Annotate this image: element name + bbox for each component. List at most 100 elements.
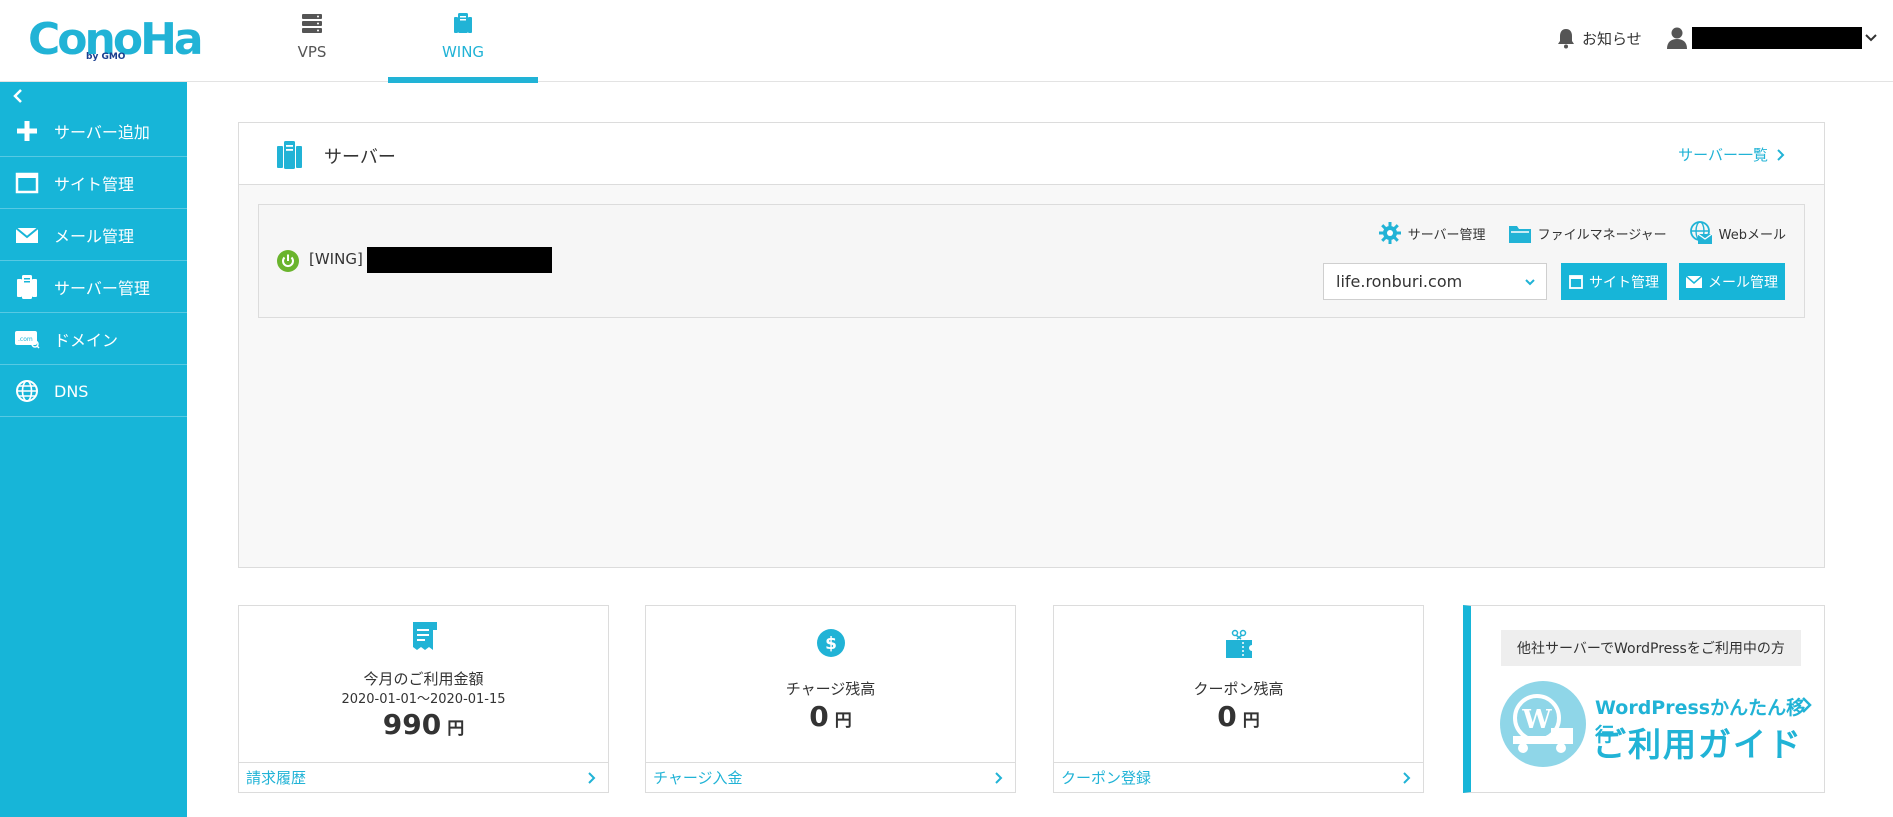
mail-manage-button-label: メール管理 — [1708, 274, 1778, 291]
server-panel: サーバー サーバー一覧 [WING] サーバー管理 ファイルマネージャー Web… — [238, 122, 1825, 568]
charge-deposit-link[interactable]: チャージ入金 — [646, 762, 1015, 792]
site-manage-button[interactable]: サイト管理 — [1561, 263, 1667, 300]
coupon-amount-unit: 円 — [1242, 711, 1260, 731]
top-header: ConoHa by GMO VPS WING お知らせ — [0, 0, 1893, 83]
coupon-amount-value: 0 — [1217, 700, 1237, 733]
server-tool-links: サーバー管理 ファイルマネージャー Webメール — [1378, 221, 1786, 245]
user-menu[interactable] — [1666, 24, 1878, 52]
chevron-left-icon[interactable] — [10, 86, 28, 106]
mail-manage-button[interactable]: メール管理 — [1679, 263, 1785, 300]
tab-wing-label: WING — [441, 43, 485, 61]
plus-icon — [14, 118, 40, 144]
window-icon — [1569, 274, 1583, 289]
panel-title: サーバー — [324, 147, 396, 168]
webmail-label: Webメール — [1718, 227, 1786, 243]
sidebar-item-label: ドメイン — [54, 331, 119, 350]
sidebar-item-label: サーバー管理 — [54, 279, 150, 298]
server-list-link[interactable]: サーバー一覧 — [1678, 144, 1786, 165]
coupon-card: クーポン残高 0円 クーポン登録 — [1053, 605, 1424, 793]
user-name-redacted — [1692, 27, 1862, 49]
coupon-register-label: クーポン登録 — [1061, 769, 1152, 787]
sidebar-item-label: DNS — [54, 381, 89, 401]
window-icon — [14, 170, 40, 196]
sidebar-item-server[interactable]: サーバー管理 — [0, 262, 187, 313]
chevron-right-icon — [1802, 697, 1812, 713]
wordpress-truck-icon: W — [1500, 681, 1586, 767]
wordpress-migration-guide-banner[interactable]: 他社サーバーでWordPressをご利用中の方 W WordPressかんたん移… — [1463, 605, 1825, 793]
sidebar-item-domain[interactable]: .com ドメイン — [0, 314, 187, 365]
gear-icon — [1378, 221, 1402, 245]
usage-amount-unit: 円 — [447, 719, 465, 739]
chevron-right-icon — [588, 772, 596, 784]
sidebar-item-add-server[interactable]: サーバー追加 — [0, 106, 187, 157]
server-manage-label: サーバー管理 — [1407, 227, 1486, 243]
svg-text:$: $ — [825, 634, 837, 654]
guide-tag: 他社サーバーでWordPressをご利用中の方 — [1501, 630, 1801, 666]
charge-title: チャージ残高 — [785, 680, 876, 698]
mail-icon — [1686, 275, 1702, 288]
tab-wing[interactable]: WING — [388, 0, 538, 83]
coupon-title: クーポン残高 — [1193, 680, 1284, 698]
power-status-icon — [277, 250, 299, 272]
server-name: [WING] — [309, 250, 363, 268]
usage-title: 今月のご利用金額 — [363, 670, 484, 688]
server-manage-link[interactable]: サーバー管理 — [1378, 221, 1486, 245]
globe-icon — [14, 378, 40, 404]
logo-subtext: by GMO — [86, 52, 126, 62]
sidebar-item-label: メール管理 — [54, 227, 135, 246]
wing-server-icon — [454, 13, 472, 33]
sidebar-item-mail[interactable]: メール管理 — [0, 210, 187, 261]
usage-amount-value: 990 — [382, 708, 442, 741]
tab-vps[interactable]: VPS — [237, 0, 387, 82]
usage-card: 今月のご利用金額 2020-01-01～2020-01-15 990 円 請求履歴 — [238, 605, 609, 793]
sidebar: サーバー追加 サイト管理 メール管理 サーバー管理 .com ドメイン DNS — [0, 82, 187, 817]
svg-text:W: W — [1521, 705, 1552, 735]
billing-history-link[interactable]: 請求履歴 — [239, 762, 608, 792]
mail-icon — [14, 222, 40, 248]
server-list-link-label: サーバー一覧 — [1678, 146, 1768, 164]
server-icon — [14, 274, 40, 300]
sidebar-item-dns[interactable]: DNS — [0, 366, 187, 417]
bell-icon — [1558, 29, 1574, 49]
sidebar-item-label: サーバー追加 — [54, 123, 150, 142]
server-icon — [277, 141, 302, 169]
user-icon — [1667, 27, 1687, 49]
folder-icon — [1508, 221, 1532, 245]
tab-vps-label: VPS — [297, 43, 327, 61]
chevron-down-icon — [1865, 34, 1877, 42]
webmail-link[interactable]: Webメール — [1689, 221, 1786, 245]
coupon-amount: 0円 — [1054, 700, 1423, 733]
charge-amount-unit: 円 — [834, 711, 852, 731]
chevron-right-icon — [1777, 148, 1785, 161]
guide-line2: ご利用ガイド — [1593, 725, 1803, 764]
webmail-icon — [1689, 221, 1713, 245]
file-manager-label: ファイルマネージャー — [1537, 227, 1667, 243]
sidebar-item-site[interactable]: サイト管理 — [0, 158, 187, 209]
notifications-button[interactable]: お知らせ — [1556, 26, 1642, 50]
site-manage-button-label: サイト管理 — [1589, 274, 1659, 291]
chevron-right-icon — [1403, 772, 1411, 784]
sidebar-item-label: サイト管理 — [54, 175, 135, 194]
charge-amount-value: 0 — [809, 700, 829, 733]
usage-period: 2020-01-01～2020-01-15 — [341, 692, 506, 707]
usage-amount: 990 円 — [239, 708, 608, 741]
receipt-icon — [413, 622, 437, 650]
conoha-logo[interactable]: ConoHa by GMO — [28, 14, 204, 66]
server-panel-header: サーバー サーバー一覧 — [239, 123, 1824, 185]
domain-icon: .com — [14, 326, 40, 352]
coupon-register-link[interactable]: クーポン登録 — [1054, 762, 1423, 792]
domain-select-value: life.ronburi.com — [1336, 272, 1463, 291]
chevron-right-icon — [995, 772, 1003, 784]
file-manager-link[interactable]: ファイルマネージャー — [1508, 221, 1667, 245]
billing-history-label: 請求履歴 — [246, 769, 307, 787]
coupon-icon — [1226, 629, 1252, 658]
charge-deposit-label: チャージ入金 — [653, 769, 743, 787]
charge-card: $ チャージ残高 0円 チャージ入金 — [645, 605, 1016, 793]
chevron-down-icon — [1525, 279, 1535, 286]
server-stack-icon — [302, 14, 322, 33]
server-name-redacted — [367, 247, 552, 273]
notifications-label: お知らせ — [1582, 29, 1642, 48]
domain-select[interactable]: life.ronburi.com — [1323, 263, 1547, 300]
svg-text:.com: .com — [18, 336, 33, 343]
server-row: [WING] サーバー管理 ファイルマネージャー Webメール life.ron… — [258, 204, 1805, 318]
